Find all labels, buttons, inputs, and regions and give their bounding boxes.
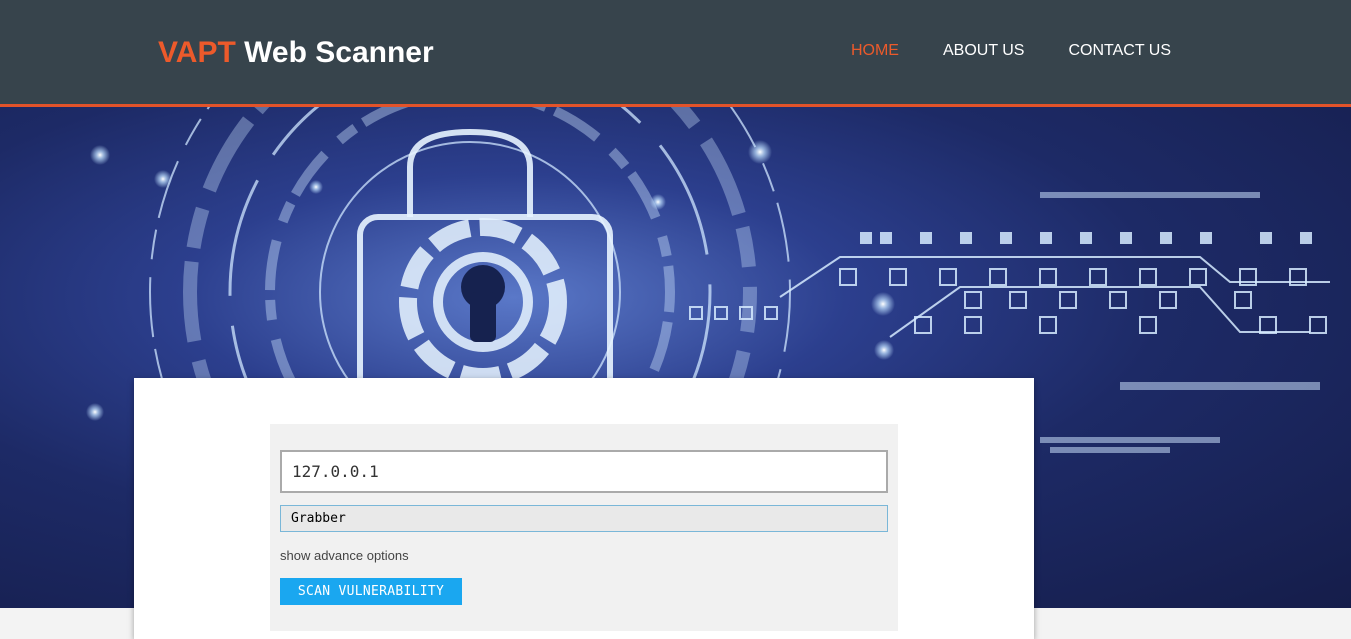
brand-logo[interactable]: VAPT Web Scanner bbox=[158, 36, 434, 70]
brand-accent: VAPT bbox=[158, 36, 236, 69]
nav-home[interactable]: HOME bbox=[851, 42, 899, 60]
target-url-input[interactable] bbox=[280, 450, 888, 493]
scan-form: Grabber show advance options SCAN VULNER… bbox=[270, 424, 898, 631]
brand-name: Web Scanner bbox=[244, 36, 434, 69]
site-header: VAPT Web Scanner HOME ABOUT US CONTACT U… bbox=[0, 0, 1351, 107]
scanner-tool-select[interactable]: Grabber bbox=[280, 505, 888, 532]
nav-about-us[interactable]: ABOUT US bbox=[943, 42, 1025, 60]
nav-contact-us[interactable]: CONTACT US bbox=[1068, 42, 1171, 60]
show-advance-options-link[interactable]: show advance options bbox=[280, 548, 409, 563]
scan-panel: Grabber show advance options SCAN VULNER… bbox=[134, 378, 1034, 639]
main-nav: HOME ABOUT US CONTACT US bbox=[851, 42, 1171, 60]
scan-vulnerability-button[interactable]: SCAN VULNERABILITY bbox=[280, 578, 462, 605]
